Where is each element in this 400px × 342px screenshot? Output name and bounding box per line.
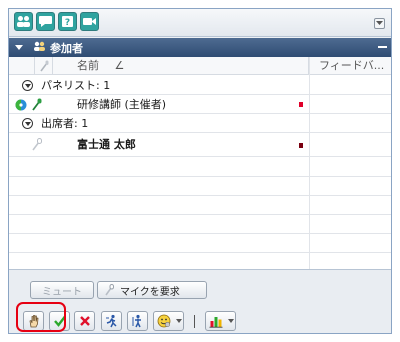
- group-label: パネリスト: 1: [41, 79, 111, 92]
- disagree-button[interactable]: [74, 311, 95, 331]
- people-icon: [33, 41, 46, 55]
- svg-text:?: ?: [65, 18, 70, 28]
- chat-icon[interactable]: [36, 12, 55, 31]
- feedback-column-header[interactable]: フィードバ...: [309, 57, 391, 75]
- emoticon-icon: [157, 314, 171, 328]
- participant-row[interactable]: 研修講師 (主催者): [9, 95, 391, 114]
- microphone-icon: [105, 284, 114, 296]
- empty-row: [9, 177, 391, 196]
- poll-dropdown-button[interactable]: [205, 311, 236, 331]
- mute-button[interactable]: ミュート: [30, 281, 94, 299]
- status-column[interactable]: [9, 57, 35, 75]
- participant-list: 名前 ∠ フィードバ... パネリスト: 1 研修講師 (主催者) 出席者: 1: [9, 57, 391, 269]
- participant-name: 研修講師 (主催者): [77, 98, 167, 111]
- participant-row[interactable]: 富士通 太郎: [9, 133, 391, 157]
- group-collapse-icon[interactable]: [22, 80, 33, 91]
- mic-column[interactable]: [35, 57, 53, 75]
- empty-row: [9, 158, 391, 177]
- slow-down-icon: [132, 314, 141, 328]
- attendee-indicator-mark: [299, 143, 303, 148]
- participants-title: 参加者: [50, 41, 83, 55]
- toolbar-separator: [194, 315, 195, 328]
- bar-chart-icon: [209, 317, 223, 328]
- collapse-triangle-icon[interactable]: [15, 45, 23, 50]
- empty-row: [9, 215, 391, 234]
- host-indicator-mark: [299, 102, 303, 107]
- group-row-attendees[interactable]: 出席者: 1: [9, 114, 391, 133]
- name-column-label: 名前: [77, 59, 99, 72]
- participants-panel: ? 参加者 名前 ∠ フィードバ... パネリスト: 1 研修講師 (主催者) …: [8, 8, 392, 334]
- microphone-icon[interactable]: [31, 98, 43, 111]
- panel-toolbar: ?: [9, 9, 391, 37]
- go-slower-button[interactable]: [127, 311, 148, 331]
- group-collapse-icon[interactable]: [22, 118, 33, 129]
- presenter-status-icon: [15, 99, 27, 111]
- emoticon-dropdown-button[interactable]: [153, 311, 184, 331]
- group-row-panelists[interactable]: パネリスト: 1: [9, 76, 391, 95]
- participants-view-icon[interactable]: [14, 12, 33, 31]
- video-icon[interactable]: [80, 12, 99, 31]
- column-header: 名前 ∠ フィードバ...: [9, 57, 391, 75]
- participant-name: 富士通 太郎: [77, 138, 136, 151]
- empty-row: [9, 234, 391, 253]
- request-mic-button[interactable]: マイクを要求: [97, 281, 207, 299]
- group-label: 出席者: 1: [41, 117, 89, 130]
- participants-header[interactable]: 参加者: [9, 38, 391, 57]
- name-column-header[interactable]: 名前 ∠: [53, 57, 309, 75]
- microphone-off-icon[interactable]: [31, 138, 43, 151]
- minimize-icon[interactable]: [378, 46, 387, 48]
- go-faster-button[interactable]: [101, 311, 122, 331]
- panel-options-button[interactable]: [374, 18, 385, 29]
- sort-indicator-icon: ∠: [114, 59, 125, 72]
- chevron-down-icon: [176, 319, 182, 323]
- speed-up-icon: [105, 314, 117, 328]
- qa-icon[interactable]: ?: [58, 12, 77, 31]
- request-mic-label: マイクを要求: [120, 286, 180, 298]
- highlight-frame: [16, 302, 66, 332]
- chevron-down-icon: [228, 319, 234, 323]
- x-mark-icon: [79, 316, 90, 326]
- empty-row: [9, 196, 391, 215]
